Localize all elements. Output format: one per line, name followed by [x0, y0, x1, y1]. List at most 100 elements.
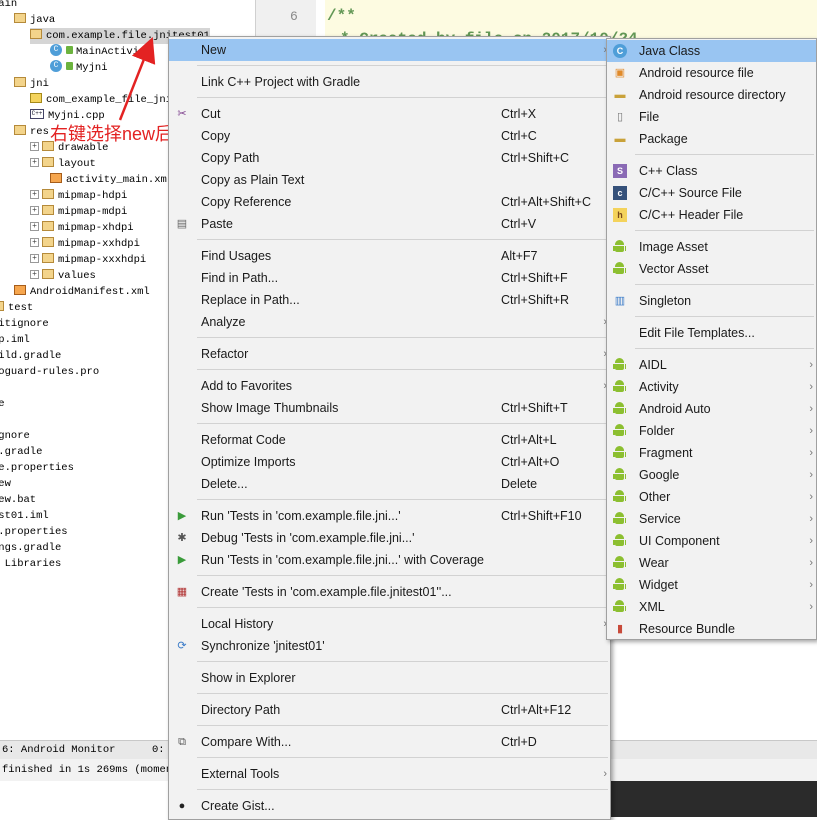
submenu-item-ui-component[interactable]: UI Component ›: [607, 530, 816, 552]
menu-item-delete[interactable]: Delete... Delete: [169, 473, 610, 495]
submenu-item-singleton[interactable]: ▥ Singleton: [607, 290, 816, 312]
menu-item-copy-as-plain-text[interactable]: Copy as Plain Text: [169, 169, 610, 191]
menu-item-copy[interactable]: Copy Ctrl+C: [169, 125, 610, 147]
menu-item-refactor[interactable]: Refactor›: [169, 343, 610, 365]
menu-item-directory-path[interactable]: Directory Path Ctrl+Alt+F12: [169, 699, 610, 721]
submenu-item-other[interactable]: Other ›: [607, 486, 816, 508]
submenu-item-service[interactable]: Service ›: [607, 508, 816, 530]
tree-row[interactable]: gitignore: [0, 316, 49, 332]
expand-icon[interactable]: +: [30, 237, 39, 247]
menu-item-optimize-imports[interactable]: Optimize Imports Ctrl+Alt+O: [169, 451, 610, 473]
tree-row[interactable]: C Myjni: [50, 60, 108, 76]
menu-item-add-to-favorites[interactable]: Add to Favorites›: [169, 375, 610, 397]
tree-row[interactable]: lew.bat: [0, 492, 36, 508]
menu-item-reformat-code[interactable]: Reformat Code Ctrl+Alt+L: [169, 429, 610, 451]
tree-row[interactable]: + mipmap-hdpi: [30, 188, 127, 204]
tree-row[interactable]: roguard-rules.pro: [0, 364, 99, 380]
submenu-item-widget[interactable]: Widget ›: [607, 574, 816, 596]
tree-row[interactable]: est01.iml: [0, 508, 49, 524]
expand-icon[interactable]: +: [30, 253, 39, 263]
expand-icon[interactable]: +: [30, 269, 39, 279]
menu-item-paste[interactable]: ▤ Paste Ctrl+V: [169, 213, 610, 235]
menu-item-cut[interactable]: ✂ Cut Ctrl+X: [169, 103, 610, 125]
menu-item-new[interactable]: New›: [169, 39, 610, 61]
tree-row[interactable]: uild.gradle: [0, 348, 61, 364]
submenu-item-vector-asset[interactable]: Vector Asset: [607, 258, 816, 280]
menu-item-show-image-thumbnails[interactable]: Show Image Thumbnails Ctrl+Shift+T: [169, 397, 610, 419]
menu-item-synchronize-jnitest01[interactable]: ⟳ Synchronize 'jnitest01': [169, 635, 610, 657]
tree-row[interactable]: java: [14, 12, 55, 28]
submenu-item-edit-file-templates[interactable]: Edit File Templates...: [607, 322, 816, 344]
submenu-item-xml[interactable]: XML ›: [607, 596, 816, 618]
menu-separator: [197, 757, 608, 758]
expand-icon[interactable]: +: [30, 189, 39, 199]
tree-row[interactable]: . Libraries: [0, 556, 61, 572]
new-submenu[interactable]: C Java Class ▣ Android resource file ▬ Androi…: [606, 38, 817, 640]
tree-row[interactable]: AndroidManifest.xml: [14, 284, 150, 300]
submenu-item-java-class[interactable]: C Java Class: [607, 40, 816, 62]
submenu-item-package[interactable]: ▬ Package: [607, 128, 816, 150]
tree-row[interactable]: + layout: [30, 156, 96, 172]
expand-icon[interactable]: +: [30, 205, 39, 215]
submenu-item-aidl[interactable]: AIDL ›: [607, 354, 816, 376]
submenu-item-fragment[interactable]: Fragment ›: [607, 442, 816, 464]
code-comment-open[interactable]: /**: [327, 7, 356, 25]
tree-row[interactable]: l.gradle: [0, 444, 42, 460]
tree-row[interactable]: ings.gradle: [0, 540, 61, 556]
menu-item-run-tests-in-com-example-file-jni-with-coverage[interactable]: ▶ Run 'Tests in 'com.example.file.jni...'…: [169, 549, 610, 571]
submenu-item-android-resource-directory[interactable]: ▬ Android resource directory: [607, 84, 816, 106]
menu-item-find-in-path[interactable]: Find in Path... Ctrl+Shift+F: [169, 267, 610, 289]
tree-row[interactable]: + mipmap-xxxhdpi: [30, 252, 146, 268]
tree-row[interactable]: lew: [0, 476, 11, 492]
tree-row-label: com_example_file_jni: [46, 94, 173, 106]
tree-row[interactable]: + values: [30, 268, 96, 284]
tree-row[interactable]: le.properties: [0, 460, 74, 476]
menu-item-create-tests-in-com-example-file-jnitest01[interactable]: ▦ Create 'Tests in 'com.example.file.jnit…: [169, 581, 610, 603]
expand-icon[interactable]: +: [30, 157, 39, 167]
tree-row[interactable]: pp.iml: [0, 332, 30, 348]
submenu-item-file[interactable]: ▯ File: [607, 106, 816, 128]
submenu-item-c-c-header-file[interactable]: h C/C++ Header File: [607, 204, 816, 226]
submenu-item-folder[interactable]: Folder ›: [607, 420, 816, 442]
tree-row[interactable]: l.properties: [0, 524, 68, 540]
tree-row[interactable]: res: [14, 124, 49, 140]
menu-item-run-tests-in-com-example-file-jni[interactable]: ▶ Run 'Tests in 'com.example.file.jni...'…: [169, 505, 610, 527]
tree-row[interactable]: com_example_file_jni: [30, 92, 172, 108]
tree-row[interactable]: + mipmap-xxhdpi: [30, 236, 140, 252]
menu-item-find-usages[interactable]: Find Usages Alt+F7: [169, 245, 610, 267]
submenu-item-resource-bundle[interactable]: ▮ Resource Bundle: [607, 618, 816, 640]
tree-row[interactable]: le: [0, 396, 5, 412]
tree-row[interactable]: + mipmap-mdpi: [30, 204, 127, 220]
menu-item-analyze[interactable]: Analyze›: [169, 311, 610, 333]
tree-row[interactable]: main: [0, 0, 17, 12]
submenu-item-wear[interactable]: Wear ›: [607, 552, 816, 574]
menu-item-debug-tests-in-com-example-file-jni[interactable]: ✱ Debug 'Tests in 'com.example.file.jni..…: [169, 527, 610, 549]
tab-other[interactable]: 0:: [152, 741, 165, 759]
menu-item-show-in-explorer[interactable]: Show in Explorer: [169, 667, 610, 689]
context-menu[interactable]: New› Link C++ Project with Gradle ✂CutCtrl…: [168, 36, 611, 820]
menu-item-create-gist[interactable]: ● Create Gist...: [169, 795, 610, 817]
expand-icon[interactable]: +: [30, 141, 39, 151]
menu-item-replace-in-path[interactable]: Replace in Path... Ctrl+Shift+R: [169, 289, 610, 311]
tree-row[interactable]: ignore: [0, 428, 30, 444]
submenu-item-c-class[interactable]: S C++ Class: [607, 160, 816, 182]
tree-row[interactable]: C MainActivity: [50, 44, 152, 60]
tree-row[interactable]: test: [0, 300, 33, 316]
submenu-item-android-auto[interactable]: Android Auto ›: [607, 398, 816, 420]
tree-row[interactable]: jni: [14, 76, 49, 92]
tree-row[interactable]: + mipmap-xhdpi: [30, 220, 134, 236]
tree-row[interactable]: activity_main.xml: [50, 172, 173, 188]
submenu-item-image-asset[interactable]: Image Asset: [607, 236, 816, 258]
menu-item-compare-with[interactable]: ⧉ Compare With... Ctrl+D: [169, 731, 610, 753]
menu-item-external-tools[interactable]: External Tools ›: [169, 763, 610, 785]
menu-item-copy-path[interactable]: Copy Path Ctrl+Shift+C: [169, 147, 610, 169]
menu-item-link-c-project-with-gradle[interactable]: Link C++ Project with Gradle: [169, 71, 610, 93]
expand-icon[interactable]: +: [30, 221, 39, 231]
submenu-item-c-c-source-file[interactable]: c C/C++ Source File: [607, 182, 816, 204]
menu-item-copy-reference[interactable]: Copy Reference Ctrl+Alt+Shift+C: [169, 191, 610, 213]
submenu-item-android-resource-file[interactable]: ▣ Android resource file: [607, 62, 816, 84]
submenu-item-google[interactable]: Google ›: [607, 464, 816, 486]
menu-item-local-history[interactable]: Local History›: [169, 613, 610, 635]
tab-android-monitor[interactable]: 6: Android Monitor: [2, 741, 115, 759]
submenu-item-activity[interactable]: Activity ›: [607, 376, 816, 398]
